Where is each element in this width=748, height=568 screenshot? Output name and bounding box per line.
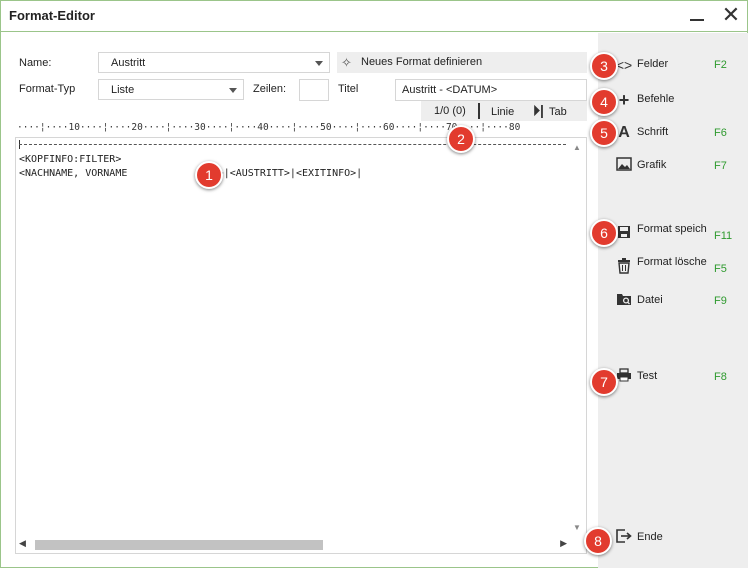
chevron-down-icon bbox=[229, 88, 237, 93]
annotation-badge-6: 6 bbox=[590, 219, 618, 247]
datei-label: Datei bbox=[637, 294, 663, 306]
formattyp-combobox[interactable]: Liste bbox=[98, 79, 244, 100]
annotation-badge-4: 4 bbox=[590, 88, 618, 116]
tab-stop-icon: ⏵| bbox=[533, 102, 544, 118]
horizontal-scrollbar[interactable]: ◀ ▶ bbox=[17, 536, 569, 553]
scroll-up-icon[interactable]: ▲ bbox=[573, 143, 581, 152]
editor-status-bar: 1/0 (0) Linie ⏵| Tab bbox=[421, 101, 587, 121]
vertical-scrollbar[interactable]: ▲ ▼ bbox=[569, 139, 585, 536]
format-loeschen-shortcut: F5 bbox=[714, 263, 727, 275]
schrift-label: Schrift bbox=[637, 126, 669, 138]
test-button[interactable]: Test F8 bbox=[613, 368, 738, 388]
scroll-left-icon[interactable]: ◀ bbox=[19, 538, 26, 549]
format-loeschen-button[interactable]: Format lösche F5 bbox=[613, 254, 738, 278]
datei-shortcut: F9 bbox=[714, 295, 727, 307]
ruler-dashed-line bbox=[19, 144, 566, 145]
chevron-down-icon bbox=[315, 61, 323, 66]
editor-line: <KOPFINFO:FILTER> bbox=[19, 154, 122, 165]
annotation-badge-3: 3 bbox=[590, 52, 618, 80]
format-editor-textarea[interactable] bbox=[15, 137, 587, 554]
format-speichern-label: Format speich bbox=[637, 223, 707, 235]
ende-label: Ende bbox=[637, 531, 663, 543]
new-format-label: Neues Format definieren bbox=[361, 56, 483, 68]
zeilen-input[interactable] bbox=[299, 79, 329, 101]
formattyp-value: Liste bbox=[111, 84, 135, 96]
cursor-position: 1/0 (0) bbox=[434, 105, 466, 117]
annotation-badge-8: 8 bbox=[584, 527, 612, 555]
befehle-label: Befehle bbox=[637, 93, 675, 105]
felder-button[interactable]: <> Felder F2 bbox=[613, 56, 738, 76]
column-ruler: ····¦····10····¦····20····¦····30····¦··… bbox=[17, 122, 521, 133]
window-title: Format-Editor bbox=[9, 8, 95, 23]
magic-wand-icon: ✧ bbox=[341, 55, 352, 70]
image-icon bbox=[615, 157, 633, 175]
felder-shortcut: F2 bbox=[714, 59, 727, 71]
close-button[interactable]: ✕ bbox=[719, 2, 743, 27]
trash-icon bbox=[615, 258, 633, 276]
schrift-button[interactable]: A Schrift F6 bbox=[613, 124, 738, 144]
datei-button[interactable]: Datei F9 bbox=[613, 292, 738, 312]
grafik-button[interactable]: Grafik F7 bbox=[613, 157, 738, 177]
minimize-icon bbox=[690, 19, 704, 21]
scroll-down-icon[interactable]: ▼ bbox=[573, 523, 581, 532]
format-speichern-shortcut: F11 bbox=[714, 230, 733, 242]
name-value: Austritt bbox=[111, 57, 146, 69]
format-loeschen-label: Format lösche bbox=[637, 256, 707, 268]
new-format-button[interactable]: ✧ Neues Format definieren bbox=[337, 52, 587, 73]
annotation-badge-5: 5 bbox=[590, 119, 618, 147]
linie-button[interactable]: Linie bbox=[491, 106, 514, 118]
test-shortcut: F8 bbox=[714, 371, 727, 383]
formattyp-label: Format-Typ bbox=[19, 83, 76, 95]
felder-label: Felder bbox=[637, 58, 669, 70]
close-icon: ✕ bbox=[721, 2, 741, 27]
test-label: Test bbox=[637, 370, 658, 382]
format-speichern-button[interactable]: Format speich F11 bbox=[613, 221, 738, 245]
grafik-shortcut: F7 bbox=[714, 160, 727, 172]
format-editor-window: Format-Editor ✕ Name: Austritt ✧ Neues F… bbox=[0, 0, 748, 568]
annotation-badge-7: 7 bbox=[590, 368, 618, 396]
title-bar: Format-Editor ✕ bbox=[1, 1, 747, 32]
tab-button[interactable]: Tab bbox=[549, 106, 567, 118]
horizontal-scroll-thumb[interactable] bbox=[35, 540, 323, 550]
cursor-separator-icon bbox=[478, 103, 480, 119]
titel-label: Titel bbox=[338, 83, 359, 95]
minimize-button[interactable] bbox=[685, 5, 709, 27]
scroll-right-icon[interactable]: ▶ bbox=[560, 538, 567, 549]
grafik-label: Grafik bbox=[637, 159, 667, 171]
folder-search-icon bbox=[615, 292, 633, 310]
name-label: Name: bbox=[19, 57, 52, 69]
schrift-shortcut: F6 bbox=[714, 127, 727, 139]
annotation-badge-2: 2 bbox=[447, 125, 475, 153]
zeilen-label: Zeilen: bbox=[253, 83, 287, 95]
ende-button[interactable]: Ende bbox=[613, 529, 738, 549]
exit-icon bbox=[615, 529, 633, 547]
titel-input[interactable]: Austritt - <DATUM> bbox=[395, 79, 587, 101]
befehle-button[interactable]: + Befehle bbox=[613, 91, 738, 111]
annotation-badge-1: 1 bbox=[195, 161, 223, 189]
editor-line: <NACHNAME, VORNAME >|<AUSTRITT>|<EXITINF… bbox=[19, 168, 363, 179]
name-combobox[interactable]: Austritt bbox=[98, 52, 330, 73]
